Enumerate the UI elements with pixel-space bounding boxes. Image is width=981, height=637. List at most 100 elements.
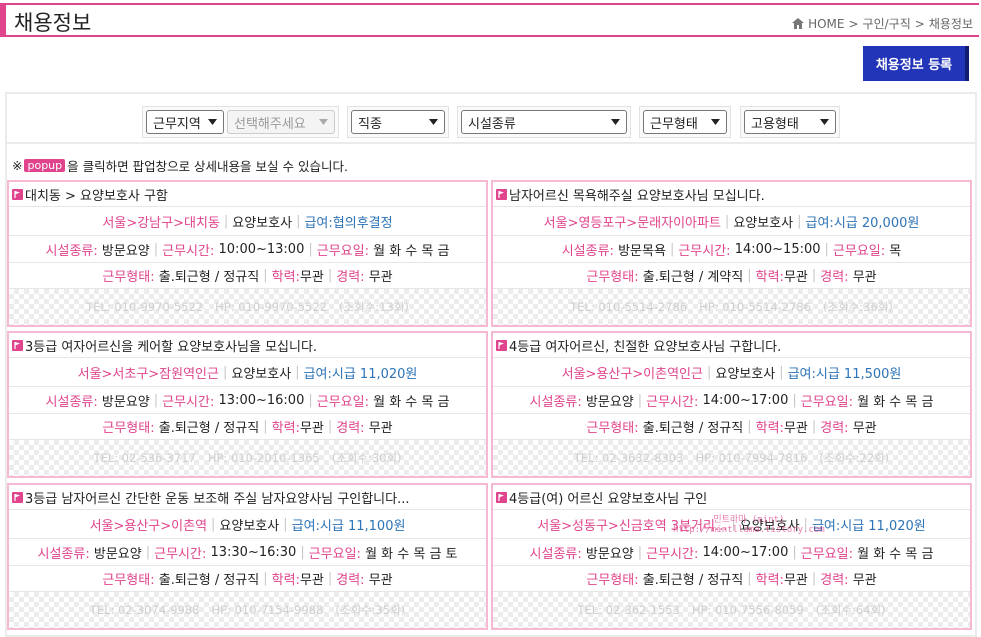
worktype-filter: 근무형태 bbox=[639, 106, 731, 138]
contact-row: TEL: 02-3632-8303 HP: 010-7994-7816 (조회수:2… bbox=[493, 440, 970, 476]
career-value: 무관 bbox=[852, 573, 877, 588]
job-type: 요양보호사 bbox=[231, 366, 292, 382]
employ-type-select-value: 고용형태 bbox=[751, 116, 799, 132]
job-schedule-row: 시설종류: 방문요양 | 근무시간: 10:00~13:00 | 근무요일: 월 화 수… bbox=[9, 236, 486, 263]
job-pay: 급여:시급 20,000원 bbox=[805, 215, 920, 231]
divider: | bbox=[797, 213, 802, 229]
divider: | bbox=[327, 419, 333, 434]
job-title-text[interactable]: 4등급 여자어르신, 친절한 요양보호사님 구합니다. bbox=[509, 336, 781, 355]
job-location: 서울>용산구>이촌역인근 bbox=[561, 366, 703, 382]
divider: | bbox=[300, 544, 305, 560]
divider: | bbox=[706, 364, 712, 380]
view-count: (조회수:22회) bbox=[819, 451, 890, 465]
job-card-title[interactable]: 남자어르신 목욕해주실 요양보호사님 모십니다. bbox=[493, 182, 970, 207]
job-card-title[interactable]: 3등급 여자어르신을 케어할 요양보호사님을 모십니다. bbox=[9, 333, 486, 358]
divider: | bbox=[308, 392, 313, 408]
divider: | bbox=[153, 392, 159, 408]
divider: | bbox=[327, 268, 333, 283]
facility-value: 방문요양 bbox=[101, 243, 150, 259]
employ-type-select[interactable]: 고용형태 bbox=[744, 110, 836, 134]
divider: | bbox=[211, 516, 216, 532]
hours-label: 근무시간: bbox=[154, 546, 207, 562]
view-count: (조회수:13회) bbox=[339, 300, 409, 314]
job-card-title[interactable]: 4등급 여자어르신, 친절한 요양보호사님 구합니다. bbox=[493, 333, 970, 358]
worktype-value: 출.퇴근형 / 정규직 bbox=[158, 573, 260, 588]
job-title-text[interactable]: 3등급 남자어르신 간단한 운동 보조해 주실 남자요양사님 구인합니다... bbox=[25, 488, 409, 507]
worktype-value: 출.퇴근형 / 계약직 bbox=[642, 270, 744, 285]
hours-value: 14:00~17:00 bbox=[702, 544, 789, 560]
job-filter: 직종 bbox=[347, 106, 449, 138]
job-schedule-row: 시설종류: 방문요양 | 근무시간: 14:00~17:00 | 근무요일: 월 화 수… bbox=[493, 387, 970, 414]
region-sub-select[interactable]: 선택해주세요 bbox=[227, 110, 335, 134]
edu-value: 무관 bbox=[299, 421, 324, 436]
chevron-down-icon bbox=[319, 119, 328, 125]
facility-value: 방문요양 bbox=[93, 546, 142, 562]
divider: | bbox=[223, 213, 229, 229]
career-value: 무관 bbox=[368, 421, 393, 436]
breadcrumb-recruit[interactable]: 구인/구직 bbox=[863, 15, 911, 32]
watermark-line2: http://mintllama.tistory.com bbox=[673, 525, 825, 535]
career-label: 경력: bbox=[336, 421, 365, 436]
worktype-select-value: 근무형태 bbox=[650, 116, 698, 132]
divider: | bbox=[811, 571, 817, 586]
contact-hp: HP: 010-2010-1365 bbox=[207, 451, 320, 465]
breadcrumb: HOME > 구인/구직 > 채용정보 bbox=[792, 15, 973, 32]
region-select[interactable]: 근무지역 bbox=[146, 110, 224, 134]
days-value: 월 화 수 목 금 bbox=[857, 546, 934, 562]
contact-row: TEL: 010-5514-2786 HP: 010-5514-2786 (조회수:… bbox=[493, 289, 970, 325]
title-bar: 채용정보 HOME > 구인/구직 > 채용정보 bbox=[0, 3, 979, 37]
job-condition-row: 근무형태: 출.퇴근형 / 정규직 | 학력: 무관 | 경력: 무관 bbox=[493, 566, 970, 592]
job-title-text[interactable]: 4등급(여) 어르신 요양보호사님 구인 bbox=[509, 488, 707, 507]
days-value: 월 화 수 목 금 bbox=[373, 394, 450, 410]
career-label: 경력: bbox=[336, 573, 365, 588]
divider: | bbox=[824, 241, 829, 257]
job-card: 3등급 남자어르신 간단한 운동 보조해 주실 남자요양사님 구인합니다... 서… bbox=[7, 483, 488, 630]
facility-select[interactable]: 시설종류 bbox=[461, 110, 627, 134]
divider: | bbox=[779, 364, 784, 380]
contact-row: TEL: 02-3074-9988 HP: 010-7154-9988 (조회수:3… bbox=[9, 592, 486, 628]
edu-label: 학력: bbox=[271, 573, 300, 588]
contact-hp: HP: 010-7556-8059 bbox=[691, 603, 804, 617]
popup-flag-icon[interactable] bbox=[496, 188, 507, 200]
contact-hp: HP: 010-7994-7816 bbox=[695, 451, 808, 465]
facility-label: 시설종류: bbox=[529, 394, 582, 410]
breadcrumb-home[interactable]: HOME bbox=[808, 17, 844, 31]
job-card-title[interactable]: 대치동 > 요양보호사 구함 bbox=[9, 182, 486, 207]
edu-label: 학력: bbox=[271, 421, 300, 436]
job-title-text[interactable]: 남자어르신 목욕해주실 요양보호사님 모십니다. bbox=[509, 185, 765, 204]
job-schedule-row: 시설종류: 방문요양 | 근무시간: 14:00~17:00 | 근무요일: 월 화 수… bbox=[493, 539, 970, 566]
days-label: 근무요일: bbox=[832, 243, 886, 259]
job-condition-row: 근무형태: 출.퇴근형 / 정규직 | 학력: 무관 | 경력: 무관 bbox=[9, 566, 486, 592]
divider: | bbox=[263, 571, 268, 586]
job-card-title[interactable]: 4등급(여) 어르신 요양보호사님 구인 bbox=[493, 485, 970, 510]
edu-value: 무관 bbox=[299, 573, 324, 588]
register-job-button[interactable]: 채용정보 등록 bbox=[863, 46, 969, 81]
job-card-title[interactable]: 3등급 남자어르신 간단한 운동 보조해 주실 남자요양사님 구인합니다... bbox=[9, 485, 486, 510]
job-title-text[interactable]: 대치동 > 요양보호사 구함 bbox=[25, 185, 168, 204]
divider: | bbox=[145, 544, 151, 560]
contact-hp: HP: 010-9970-5522 bbox=[215, 300, 328, 314]
popup-flag-icon[interactable] bbox=[496, 339, 507, 351]
worktype-value: 출.퇴근형 / 정규직 bbox=[158, 270, 260, 285]
hours-label: 근무시간: bbox=[678, 243, 731, 259]
worktype-value: 출.퇴근형 / 정규직 bbox=[158, 421, 260, 436]
page-title: 채용정보 bbox=[14, 11, 92, 35]
popup-flag-icon[interactable] bbox=[12, 188, 23, 200]
job-card: 남자어르신 목욕해주실 요양보호사님 모십니다. 서울>영등포구>문래자이아파트 |… bbox=[491, 180, 972, 327]
days-label: 근무요일: bbox=[800, 546, 853, 562]
popup-flag-icon[interactable] bbox=[12, 339, 23, 351]
job-pay: 급여:시급 11,500원 bbox=[787, 366, 902, 382]
worktype-select[interactable]: 근무형태 bbox=[643, 110, 727, 134]
job-type-select[interactable]: 직종 bbox=[351, 110, 445, 134]
popup-flag-icon[interactable] bbox=[12, 491, 23, 503]
facility-label: 시설종류: bbox=[561, 243, 614, 259]
job-title-text[interactable]: 3등급 여자어르신을 케어할 요양보호사님을 모십니다. bbox=[25, 336, 317, 355]
hours-label: 근무시간: bbox=[162, 243, 215, 259]
days-label: 근무요일: bbox=[316, 394, 369, 410]
facility-value: 방문요양 bbox=[585, 546, 634, 562]
worktype-label: 근무형태: bbox=[102, 270, 155, 285]
popup-flag-icon[interactable] bbox=[496, 491, 507, 503]
facility-label: 시설종류: bbox=[45, 243, 98, 259]
divider: | bbox=[295, 364, 300, 380]
edu-value: 무관 bbox=[783, 573, 808, 588]
